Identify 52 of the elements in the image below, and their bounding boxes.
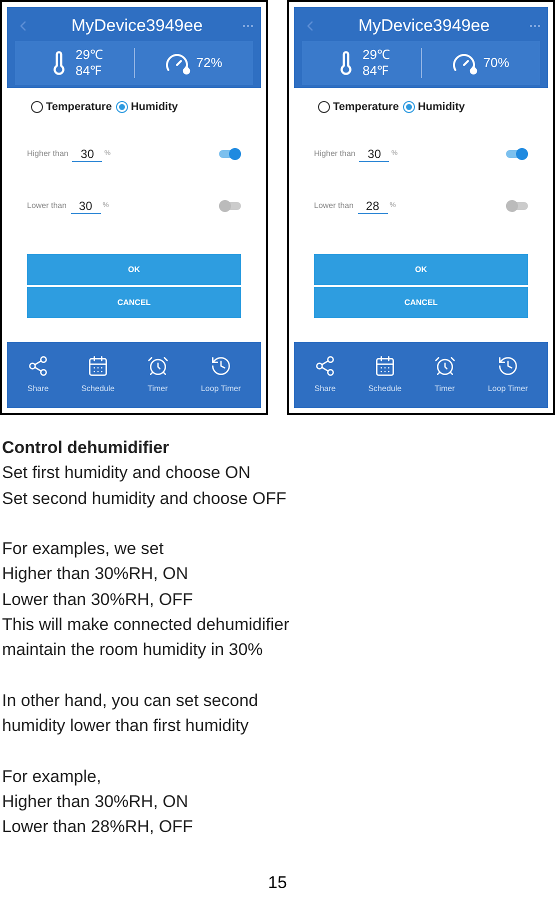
nav-label[interactable]: Loop Timer (200, 383, 241, 395)
calendar-icon (374, 355, 396, 377)
nav-label[interactable]: Timer (434, 383, 455, 395)
mode-radio[interactable]: Humidity (402, 98, 465, 116)
rule-label: Lower than (27, 200, 67, 212)
rule-value-field[interactable]: 28 (358, 198, 388, 214)
humidity-reading: 70% (483, 54, 510, 72)
rule-label: Higher than (314, 148, 356, 160)
calendar-icon (86, 355, 109, 377)
device-title: MyDevice3949ee (357, 15, 491, 38)
instruction-paragraph: For example, Higher than 30%RH, ON Lower than 28%RH, OFF (2, 766, 194, 838)
clock-history-icon (496, 355, 519, 377)
rule-value-field[interactable]: 30 (359, 146, 390, 162)
share-icon (27, 355, 50, 377)
cancel-button[interactable]: CANCEL (314, 287, 528, 318)
toggle-switch[interactable] (506, 150, 528, 158)
toggle-switch[interactable] (506, 202, 528, 210)
mode-radio[interactable]: Humidity (116, 98, 178, 116)
toggle-switch[interactable] (219, 202, 241, 210)
page-number: 15 (268, 872, 287, 894)
share-icon (314, 355, 336, 377)
device-title: MyDevice3949ee (70, 15, 204, 38)
temperature-fahrenheit: 84℉ (76, 63, 102, 79)
instruction-paragraph: Set first humidity and choose ON Set second humidity and choose OFF (2, 462, 288, 510)
temperature-fahrenheit: 84℉ (362, 63, 389, 79)
nav-label[interactable]: Timer (148, 383, 168, 395)
clock-history-icon (210, 355, 232, 377)
humidity-gauge-icon (452, 51, 480, 75)
humidity-reading: 72% (196, 54, 222, 72)
nav-label[interactable]: Loop Timer (488, 383, 528, 395)
toggle-switch[interactable] (219, 150, 241, 158)
cancel-button[interactable]: CANCEL (27, 287, 241, 318)
mode-radio[interactable]: Temperature (31, 98, 112, 116)
alarm-clock-icon (146, 355, 169, 377)
rule-value-field[interactable]: 30 (70, 198, 101, 214)
temperature-celsius: 29℃ (362, 47, 390, 63)
rule-label: Lower than (314, 200, 354, 212)
nav-label[interactable]: Schedule (81, 383, 115, 395)
humidity-gauge-icon (165, 51, 192, 75)
nav-label[interactable]: Schedule (368, 383, 402, 395)
rule-value-field[interactable]: 30 (72, 146, 102, 162)
nav-label[interactable]: Share (314, 383, 336, 395)
alarm-clock-icon (434, 355, 456, 377)
instruction-paragraph: In other hand, you can set second humidity lower than first humidity (2, 690, 260, 738)
mode-radio[interactable]: Temperature (318, 98, 399, 116)
ok-button[interactable]: OK (27, 254, 241, 285)
ok-button[interactable]: OK (314, 254, 528, 285)
temperature-celsius: 29℃ (76, 47, 103, 63)
rule-label: Higher than (27, 148, 68, 160)
section-heading: Control dehumidifier (2, 437, 170, 459)
nav-label[interactable]: Share (27, 383, 49, 395)
instruction-paragraph: For examples, we set Higher than 30%RH, ON Lower than 30%RH, OFF This will make connected dehumidifier maintain the room humidity in 30% (2, 538, 290, 662)
